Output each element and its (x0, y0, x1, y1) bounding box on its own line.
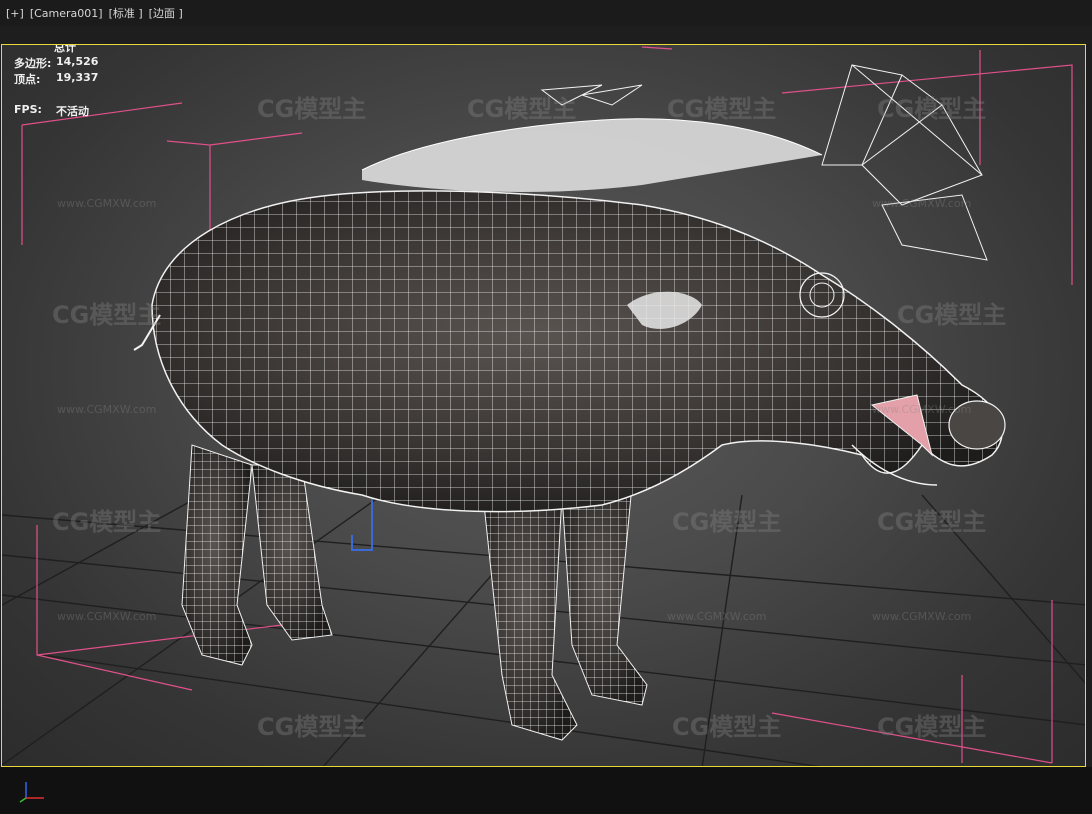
watermark-logo: CG模型主 (672, 508, 781, 536)
watermark-logo: CG模型主 (52, 301, 161, 329)
camera-selector[interactable]: [Camera001] (30, 7, 103, 20)
stats-vertices-value: 19,337 (56, 71, 99, 84)
watermark-url: www.CGMXW.com (872, 403, 971, 416)
stats-fps-label: FPS: (14, 103, 42, 116)
stats-total-label: 总计 (54, 44, 76, 54)
watermark-url: www.CGMXW.com (57, 610, 156, 623)
stats-vertices-label: 顶点: (14, 73, 41, 86)
watermark-logo: CG模型主 (877, 508, 986, 536)
viewport-menu-button[interactable]: [+] (6, 7, 24, 20)
stats-polygons-value: 14,526 (56, 55, 99, 68)
stats-fps-value: 不活动 (56, 105, 89, 118)
stats-polygons-label: 多边形: (14, 57, 52, 70)
axis-tripod-icon (19, 782, 44, 803)
camera-viewport[interactable]: CG模型主 CG模型主 CG模型主 CG模型主 CG模型主 CG模型主 CG模型… (1, 44, 1086, 767)
watermark-logo: CG模型主 (877, 713, 986, 741)
viewport-header: [+] [Camera001] [标准 ] [边面 ] (0, 0, 1092, 26)
watermark-url: www.CGMXW.com (872, 610, 971, 623)
watermark-logo: CG模型主 (667, 95, 776, 123)
watermark-logo: CG模型主 (257, 95, 366, 123)
watermark-logo: CG模型主 (467, 95, 576, 123)
shading-mode-selector[interactable]: [标准 ] (109, 5, 143, 21)
watermark-logo: CG模型主 (672, 713, 781, 741)
watermark-logo: CG模型主 (877, 95, 986, 123)
watermark-logo: CG模型主 (897, 301, 1006, 329)
watermark-url: www.CGMXW.com (57, 197, 156, 210)
bottom-bar (0, 767, 1092, 814)
watermark-url: www.CGMXW.com (667, 610, 766, 623)
watermark-url: www.CGMXW.com (57, 403, 156, 416)
display-mode-selector[interactable]: [边面 ] (149, 5, 183, 21)
watermark-logo: CG模型主 (257, 713, 366, 741)
watermark-url: www.CGMXW.com (872, 197, 971, 210)
viewport-scene: CG模型主 CG模型主 CG模型主 CG模型主 CG模型主 CG模型主 CG模型… (2, 46, 1085, 766)
watermark-logo: CG模型主 (52, 508, 161, 536)
helper-gizmo (351, 500, 373, 551)
